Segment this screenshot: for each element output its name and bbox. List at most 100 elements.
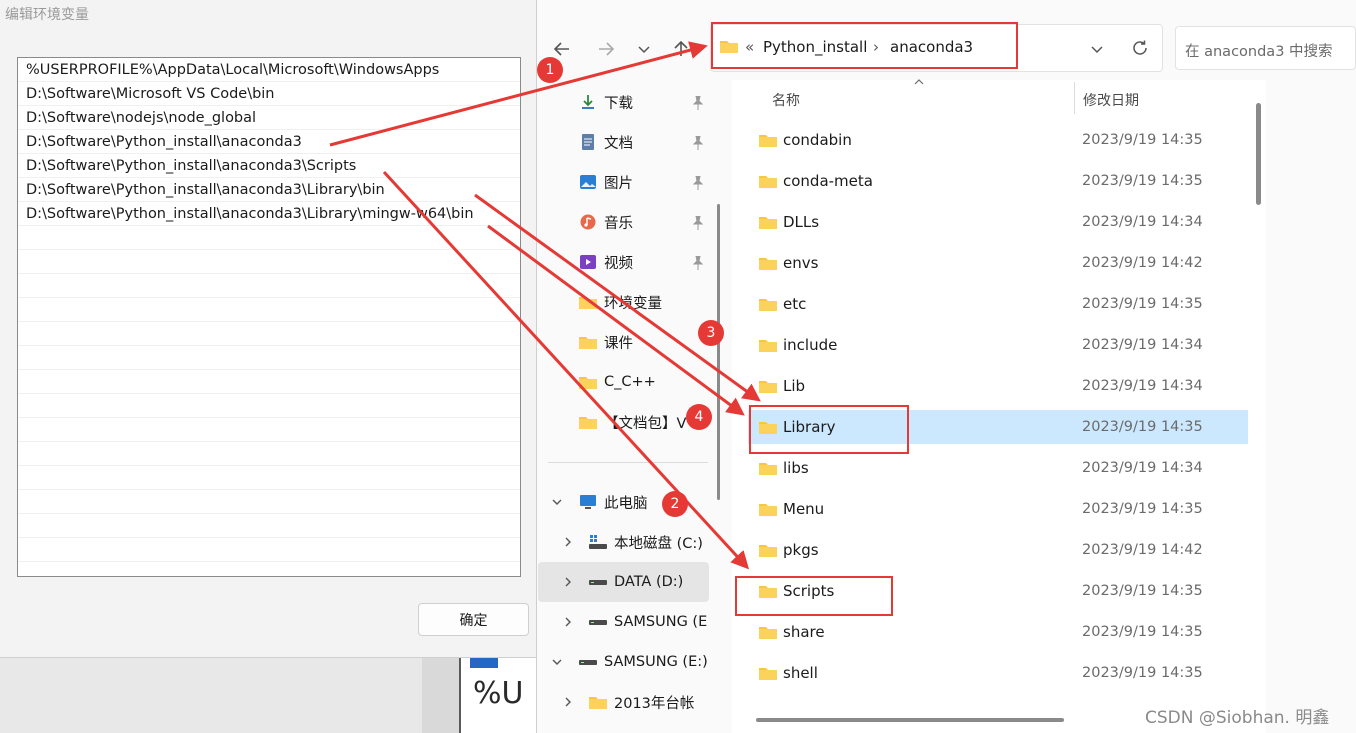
column-header-name[interactable]: 名称 [772,90,800,110]
file-row[interactable]: DLLs 2023/9/19 14:34 [748,205,1248,239]
path-entry-empty[interactable] [18,274,520,298]
refresh-button[interactable] [1127,35,1153,61]
path-entry-empty[interactable] [18,394,520,418]
path-entry[interactable]: D:\Software\Python_install\anaconda3\Lib… [18,178,520,202]
path-entry-empty[interactable] [18,322,520,346]
file-row[interactable]: pkgs 2023/9/19 14:42 [748,533,1248,567]
file-row[interactable]: include 2023/9/19 14:34 [748,328,1248,362]
file-row[interactable]: conda-meta 2023/9/19 14:35 [748,164,1248,198]
path-entry-empty[interactable] [18,490,520,514]
nav-item-downloads[interactable]: 下载 [579,88,633,116]
file-row[interactable]: condabin 2023/9/19 14:35 [748,123,1248,157]
nav-item-drive-c[interactable]: 本地磁盘 (C:) [589,528,703,556]
path-entry-empty[interactable] [18,514,520,538]
nav-item-env-vars[interactable]: 环境变量 [579,288,662,316]
nav-scrollbar[interactable] [717,204,720,500]
nav-item-2013-ledger[interactable]: 2013年台帐 [589,688,694,716]
file-date: 2023/9/19 14:34 [1082,460,1203,476]
file-name: conda-meta [783,172,873,190]
nav-item-documents[interactable]: 文档 [579,128,633,156]
nav-item-drive-e[interactable]: SAMSUNG (E [589,608,707,636]
path-entry-empty[interactable] [18,298,520,322]
file-row[interactable]: Scripts 2023/9/19 14:35 [748,574,1248,608]
path-entry[interactable]: D:\Software\nodejs\node_global [18,106,520,130]
nav-item-music[interactable]: 音乐 [579,208,633,236]
breadcrumb-current[interactable]: anaconda3 [890,38,973,56]
file-date: 2023/9/19 14:34 [1082,337,1203,353]
file-row[interactable]: etc 2023/9/19 14:35 [748,287,1248,321]
breadcrumb-separator[interactable]: › [873,38,879,56]
forward-button[interactable] [593,36,619,62]
path-entry[interactable]: %USERPROFILE%\AppData\Local\Microsoft\Wi… [18,58,520,82]
nav-item-pictures[interactable]: 图片 [579,168,633,196]
nav-item-label: 下载 [604,95,633,112]
file-row-selected[interactable]: Library 2023/9/19 14:35 [748,410,1248,444]
folder-icon [759,299,777,311]
breadcrumb-overflow[interactable]: « [745,38,754,56]
file-list-vertical-scrollbar[interactable] [1256,103,1261,205]
search-placeholder: 在 anaconda3 中搜索 [1185,44,1333,60]
download-icon [582,95,594,109]
ok-button[interactable]: 确定 [418,603,529,636]
path-entry-empty[interactable] [18,250,520,274]
path-entry-empty[interactable] [18,442,520,466]
nav-item-drive-d[interactable]: DATA (D:) [589,568,683,596]
file-date: 2023/9/19 14:34 [1082,214,1203,230]
file-row[interactable]: libs 2023/9/19 14:34 [748,451,1248,485]
edit-environment-variable-dialog: 编辑环境变量 %USERPROFILE%\AppData\Local\Micro… [0,0,548,658]
pin-icon [692,216,704,230]
drive-icon [579,660,597,665]
path-entry-empty[interactable] [18,226,520,250]
file-name: libs [783,459,809,477]
nav-item-label: 环境变量 [604,295,662,312]
file-date: 2023/9/19 14:35 [1082,419,1203,435]
nav-item-samsung-root[interactable]: SAMSUNG (E:) [579,648,708,676]
up-button[interactable] [668,36,694,62]
nav-item-doc-pack[interactable]: 【文档包】V [579,408,686,436]
path-entry[interactable]: D:\Software\Python_install\anaconda3 [18,130,520,154]
expand-this-pc-chevron-down-icon[interactable] [551,496,563,508]
file-name: pkgs [783,541,819,559]
nav-item-c-cpp[interactable]: C_C++ [579,368,656,396]
column-header-modified[interactable]: 修改日期 [1083,90,1139,110]
folder-icon [759,422,777,434]
expand-chevron-right-icon[interactable] [562,536,574,548]
file-date: 2023/9/19 14:35 [1082,501,1203,517]
nav-item-videos[interactable]: 视频 [579,248,633,276]
file-row[interactable]: Menu 2023/9/19 14:35 [748,492,1248,526]
breadcrumb-parent[interactable]: Python_install [763,38,867,56]
path-entry-empty[interactable] [18,466,520,490]
file-row[interactable]: shell 2023/9/19 14:35 [748,656,1248,690]
path-entry-empty[interactable] [18,346,520,370]
expand-chevron-down-icon[interactable] [551,656,563,668]
path-entry[interactable]: D:\Software\Python_install\anaconda3\Scr… [18,154,520,178]
background-window-text: %U [473,676,524,711]
recent-locations-button[interactable] [631,36,657,62]
folder-icon [579,417,597,429]
folder-icon [759,463,777,475]
path-entry-empty[interactable] [18,538,520,562]
path-entry-empty[interactable] [18,418,520,442]
nav-item-label: SAMSUNG (E:) [604,654,708,670]
folder-icon [759,586,777,598]
nav-item-this-pc[interactable]: 此电脑 [579,488,648,516]
nav-item-courseware[interactable]: 课件 [579,328,633,356]
watermark: CSDN @Siobhan. 明鑫 [1145,708,1330,728]
picture-icon [580,175,596,189]
path-entry[interactable]: D:\Software\Microsoft VS Code\bin [18,82,520,106]
folder-icon [579,337,597,349]
expand-chevron-right-icon[interactable] [562,616,574,628]
path-entries-list[interactable]: %USERPROFILE%\AppData\Local\Microsoft\Wi… [17,57,521,577]
file-list-horizontal-scrollbar[interactable] [756,718,1064,722]
expand-chevron-right-icon[interactable] [562,576,574,588]
file-name: condabin [783,131,852,149]
file-row[interactable]: envs 2023/9/19 14:42 [748,246,1248,280]
file-name: Lib [783,377,806,395]
path-entry-empty[interactable] [18,370,520,394]
path-entry[interactable]: D:\Software\Python_install\anaconda3\Lib… [18,202,520,226]
column-separator[interactable] [1074,82,1075,114]
expand-chevron-right-icon[interactable] [562,696,574,708]
file-row[interactable]: share 2023/9/19 14:35 [748,615,1248,649]
file-row[interactable]: Lib 2023/9/19 14:34 [748,369,1248,403]
address-history-button[interactable] [1084,36,1110,62]
